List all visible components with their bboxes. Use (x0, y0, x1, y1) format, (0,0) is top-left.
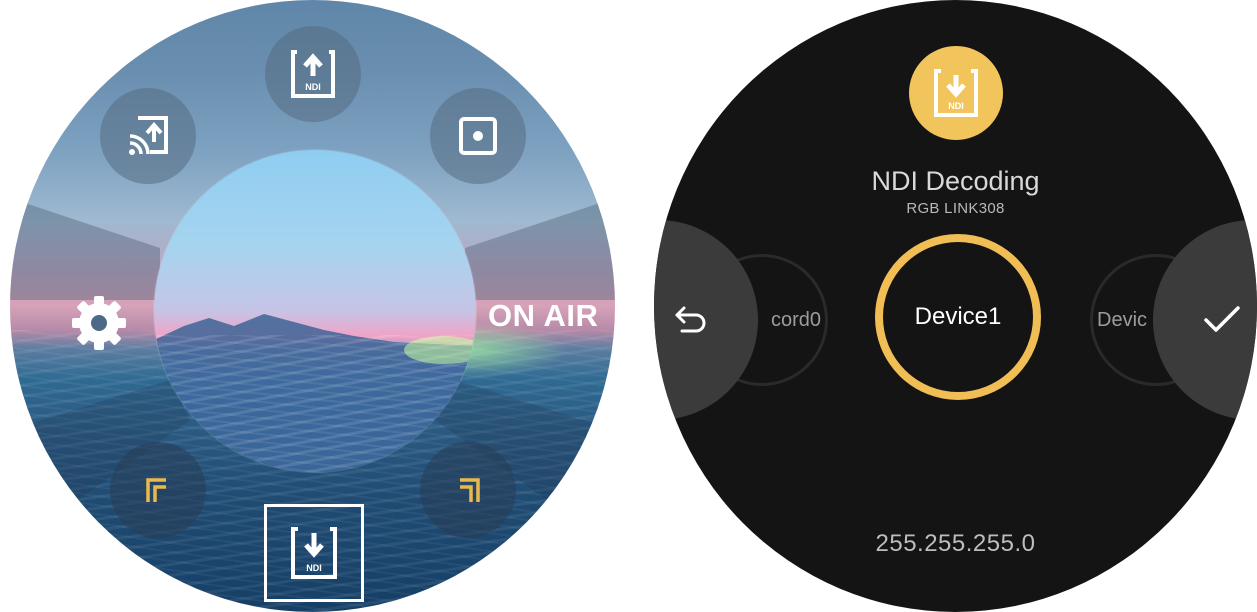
gear-icon (72, 296, 126, 350)
record-icon (459, 117, 497, 155)
cast-icon (129, 116, 168, 155)
preview-waves (154, 335, 476, 472)
back-button[interactable] (654, 220, 758, 420)
corner-bracket-icon (460, 478, 480, 502)
selected-device-label: Device1 (914, 303, 1002, 330)
on-air-button[interactable]: ON AIR (488, 298, 598, 334)
settings-button[interactable] (64, 288, 134, 358)
checkmark-icon (1204, 306, 1240, 332)
screen-title: NDI Decoding (871, 166, 1040, 196)
ndi-decode-badge: NDI (909, 46, 1003, 140)
prev-device-label: cord0 (770, 308, 821, 331)
svg-text:NDI: NDI (948, 101, 964, 111)
svg-text:NDI: NDI (305, 82, 321, 92)
ndi-download-icon: NDI (291, 527, 337, 579)
next-device-label: Devic (1097, 308, 1148, 331)
record-button[interactable] (430, 88, 526, 184)
ndi-upload-icon: NDI (291, 50, 335, 98)
ndi-encode-button[interactable]: NDI (265, 26, 361, 122)
confirm-button[interactable] (1153, 220, 1257, 420)
ndi-decode-button[interactable]: NDI (264, 504, 364, 602)
corner-bracket-icon (146, 478, 166, 502)
radial-menu-screen: NDI ON AIR NDI (10, 0, 615, 612)
selected-device-item[interactable]: Device1 (875, 234, 1041, 400)
ip-address-label: 255.255.255.0 (875, 530, 1036, 557)
screen-cast-button[interactable] (100, 88, 196, 184)
ndi-decoding-screen: cord0 Devic NDI NDI Decoding RGB LINK308… (654, 0, 1257, 612)
screen-subtitle: RGB LINK308 (906, 200, 1005, 217)
back-arrow-icon (675, 306, 706, 333)
ndi-download-icon: NDI (934, 69, 978, 117)
svg-text:NDI: NDI (306, 563, 322, 573)
corner-left-button[interactable] (110, 442, 206, 538)
preview-circle (154, 150, 476, 472)
corner-right-button[interactable] (420, 442, 516, 538)
